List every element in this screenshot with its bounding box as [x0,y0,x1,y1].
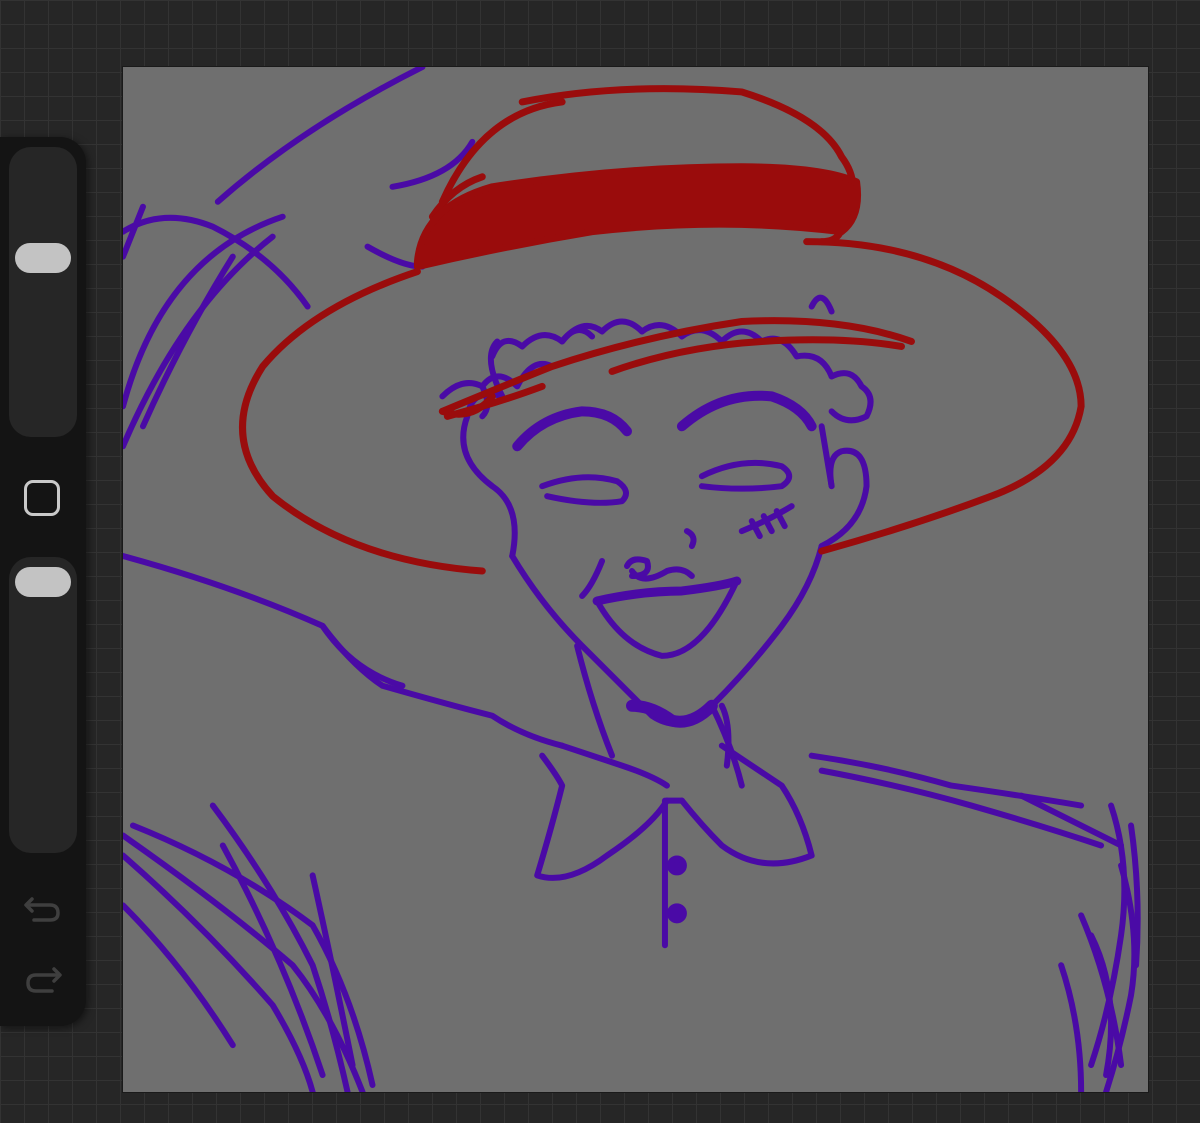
undo-button[interactable] [20,889,66,929]
undo-arrow-icon [24,897,60,922]
redo-button[interactable] [20,961,66,1001]
hat-lines [239,85,1085,575]
brush-size-slider-knob[interactable] [15,243,71,273]
drawing-canvas[interactable] [122,66,1149,1093]
redo-arrow-icon [26,967,62,993]
modify-button[interactable] [24,480,60,516]
brush-opacity-slider[interactable] [9,557,77,853]
brush-toolbar [0,137,86,1026]
brush-opacity-slider-knob[interactable] [15,567,71,597]
brush-size-slider[interactable] [9,147,77,437]
sketch-artwork [123,67,1141,1092]
